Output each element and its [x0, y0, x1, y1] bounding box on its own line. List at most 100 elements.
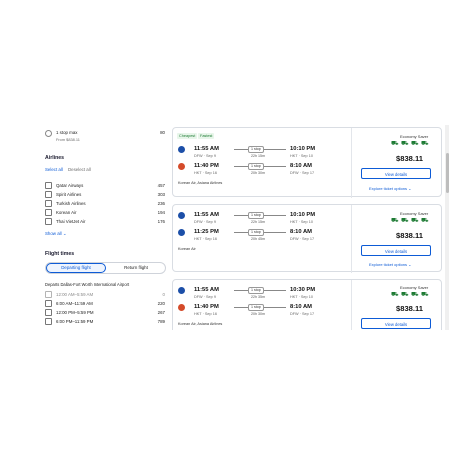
departs-airport-label: Departs Dallas-Fort Worth International …	[45, 282, 130, 287]
checkbox[interactable]	[45, 182, 52, 189]
explore-ticket-options-link[interactable]: Explore ticket options ⌄	[369, 262, 412, 267]
wifi-icon: ⛟	[421, 141, 429, 147]
return-dep-time: 11:40 PM	[194, 304, 219, 310]
airline-count: 457	[157, 183, 165, 188]
asiana-logo-icon	[178, 304, 185, 311]
seat-icon: ⛟	[391, 292, 399, 298]
flight-result-card[interactable]: Cheapest Fastest 11:55 AM DFW · Sep 9 1 …	[172, 127, 442, 198]
flight-times-heading: Flight times	[45, 251, 75, 257]
airline-filter-thai-vietjet[interactable]: Thai VietJet Air 176	[45, 218, 165, 226]
airline-filter-qatar[interactable]: Qatar Airways 457	[45, 182, 165, 190]
seat-icon: ⛟	[391, 141, 399, 147]
seat-icon: ⛟	[411, 292, 419, 298]
return-arr-time: 8:10 AM	[290, 163, 313, 169]
outbound-stop-badge: 1 stop	[248, 212, 264, 219]
return-arr-time: 8:10 AM	[290, 229, 313, 235]
explore-options-label: Explore ticket options	[369, 186, 408, 191]
airline-count: 236	[157, 201, 165, 206]
airline-names: Korean Air	[178, 247, 196, 251]
airline-filter-korean[interactable]: Korean Air 194	[45, 209, 165, 217]
card-divider	[351, 280, 352, 330]
outbound-arr-time: 10:10 PM	[290, 212, 316, 218]
stops-radio[interactable]	[45, 130, 52, 137]
tab-return-flight[interactable]: Return flight	[107, 263, 165, 273]
chevron-down-icon: ⌄	[408, 262, 412, 267]
time-filter-afternoon[interactable]: 12:00 PM–5:59 PM 267	[45, 309, 165, 317]
results-scrollbar[interactable]	[445, 125, 449, 330]
checkbox[interactable]	[45, 300, 52, 307]
return-stop-badge: 1 stop	[248, 304, 264, 311]
asiana-logo-icon	[178, 163, 185, 170]
scrollbar-thumb[interactable]	[446, 153, 449, 193]
korean-air-logo-icon	[178, 146, 185, 153]
outbound-stop-badge: 1 stop	[248, 287, 264, 294]
return-stop-badge: 1 stop	[248, 229, 264, 236]
airline-names: Korean Air, Asiana Airlines	[178, 322, 223, 326]
checkbox[interactable]	[45, 200, 52, 207]
return-arr-time: 8:10 AM	[290, 304, 313, 310]
amenities: ⛟ ⛟ ⛟ ⛟	[391, 292, 429, 299]
checkbox[interactable]	[45, 209, 52, 216]
explore-ticket-options-link[interactable]: Explore ticket options ⌄	[369, 186, 412, 191]
airline-label: Spirit Airlines	[56, 192, 82, 197]
tab-departing-flight[interactable]: Departing flight	[46, 263, 106, 273]
outbound-dep-time: 11:55 AM	[194, 146, 219, 152]
chevron-down-icon: ⌄	[408, 186, 412, 191]
show-all-airlines-link[interactable]: Show all ⌄	[45, 231, 67, 237]
outbound-dep-time: 11:55 AM	[194, 212, 219, 218]
outbound-duration: 22h 35m	[251, 295, 265, 299]
results-list: Cheapest Fastest 11:55 AM DFW · Sep 9 1 …	[172, 125, 442, 330]
seat-icon: ⛟	[411, 141, 419, 147]
outbound-stop-badge: 1 stop	[248, 146, 264, 153]
checkbox[interactable]	[45, 218, 52, 225]
korean-air-logo-icon	[178, 287, 185, 294]
time-filter-evening[interactable]: 6:00 PM–11:59 PM 789	[45, 318, 165, 326]
wifi-icon: ⛟	[421, 292, 429, 298]
bag-icon: ⛟	[401, 141, 409, 147]
checkbox[interactable]	[45, 291, 52, 298]
view-details-button[interactable]: View details	[361, 168, 431, 179]
return-dep-sub: HKT · Sep 16	[194, 237, 217, 241]
flight-result-card[interactable]: 11:55 AM DFW · Sep 9 1 stop 22h 35m 10:3…	[172, 279, 442, 330]
return-arr-sub: DFW · Sep 17	[290, 312, 315, 316]
airline-filter-turkish[interactable]: Turkish Airlines 236	[45, 200, 165, 208]
airline-count: 176	[157, 219, 165, 224]
deselect-all-link[interactable]: Deselect all	[68, 167, 91, 172]
outbound-arr-time: 10:10 PM	[290, 146, 316, 152]
time-filter-early[interactable]: 12:00 AM–5:59 AM 0	[45, 291, 165, 299]
view-details-button[interactable]: View details	[361, 318, 431, 329]
korean-air-logo-icon	[178, 212, 185, 219]
cheapest-tag: Cheapest	[177, 133, 198, 139]
outbound-arr-time: 10:30 PM	[290, 287, 316, 293]
outbound-duration: 22h 15m	[251, 220, 265, 224]
outbound-dep-sub: DFW · Sep 9	[194, 295, 216, 299]
airline-label: Turkish Airlines	[56, 201, 86, 206]
stops-count: 80	[160, 130, 165, 135]
outbound-arr-sub: HKT · Sep 10	[290, 295, 313, 299]
select-all-link[interactable]: Select all	[45, 167, 63, 172]
airline-count: 194	[157, 210, 165, 215]
return-dep-sub: HKT · Sep 16	[194, 312, 217, 316]
price: $838.11	[396, 231, 424, 240]
time-label: 12:00 AM–5:59 AM	[56, 292, 94, 297]
outbound-dep-sub: DFW · Sep 9	[194, 154, 216, 158]
cabin-label: Economy Saver	[400, 134, 429, 139]
bag-icon: ⛟	[401, 218, 409, 224]
stops-from-price: From $838.11	[56, 137, 80, 142]
flight-result-card[interactable]: 11:55 AM DFW · Sep 9 1 stop 22h 15m 10:1…	[172, 204, 442, 273]
time-count: 789	[157, 319, 165, 324]
time-filter-morning[interactable]: 6:00 AM–11:59 AM 220	[45, 300, 165, 308]
airline-filter-spirit[interactable]: Spirit Airlines 303	[45, 191, 165, 199]
return-duration: 20h 30m	[251, 312, 265, 316]
time-count: 267	[157, 310, 165, 315]
price: $838.11	[396, 154, 424, 163]
view-details-button[interactable]: View details	[361, 245, 431, 256]
chevron-down-icon: ⌄	[62, 231, 67, 236]
checkbox[interactable]	[45, 191, 52, 198]
time-count: 0	[162, 292, 165, 297]
explore-options-label: Explore ticket options	[369, 262, 408, 267]
card-divider	[351, 205, 352, 273]
checkbox[interactable]	[45, 318, 52, 325]
checkbox[interactable]	[45, 309, 52, 316]
korean-air-logo-icon	[178, 229, 185, 236]
